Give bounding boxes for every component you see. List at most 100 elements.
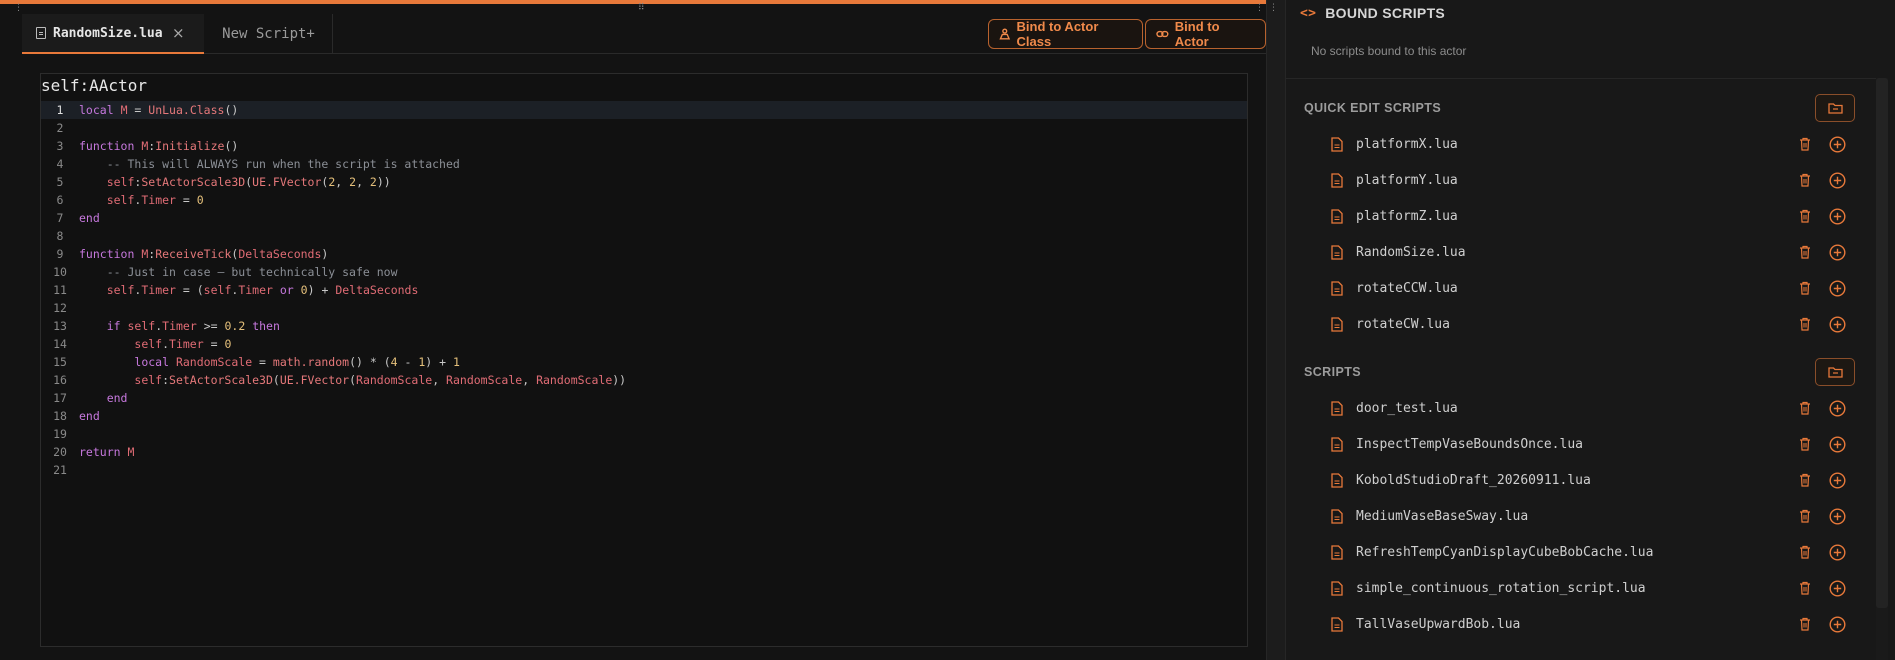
script-name[interactable]: InspectTempVaseBoundsOnce.lua <box>1356 437 1583 452</box>
code-line-16[interactable]: 16 self:SetActorScale3D(UE.FVector(Rando… <box>41 371 1247 389</box>
script-name[interactable]: RefreshTempCyanDisplayCubeBobCache.lua <box>1356 545 1653 560</box>
add-circle-icon[interactable] <box>1829 244 1846 261</box>
trash-icon[interactable] <box>1799 281 1811 295</box>
trash-icon[interactable] <box>1799 473 1811 487</box>
bound-scripts-title: <> BOUND SCRIPTS <box>1300 4 1445 22</box>
script-row[interactable]: InspectTempVaseBoundsOnce.lua <box>1286 430 1876 460</box>
add-circle-icon[interactable] <box>1829 316 1846 333</box>
trash-icon[interactable] <box>1799 137 1811 151</box>
trash-icon[interactable] <box>1799 617 1811 631</box>
code-line-14[interactable]: 14 self.Timer = 0 <box>41 335 1247 353</box>
script-row[interactable]: RandomSize.lua <box>1286 238 1876 268</box>
script-name[interactable]: MediumVaseBaseSway.lua <box>1356 509 1528 524</box>
script-name[interactable]: TallVaseUpwardBob.lua <box>1356 617 1520 632</box>
script-name[interactable]: platformZ.lua <box>1356 209 1458 224</box>
lua-file-icon <box>1331 473 1343 488</box>
pane-splitter[interactable]: ⋮ ⋮ <box>1255 0 1286 660</box>
trash-icon[interactable] <box>1799 173 1811 187</box>
code-line-3[interactable]: 3 function M:Initialize() <box>41 137 1247 155</box>
code-body[interactable]: 1 local M = UnLua.Class() 2 3 function M:I… <box>41 101 1247 479</box>
bind-to-actor-class-button[interactable]: Bind to Actor Class <box>988 19 1143 49</box>
line-number: 16 <box>53 373 67 387</box>
add-circle-icon[interactable] <box>1829 580 1846 597</box>
quick-edit-folder-button[interactable] <box>1815 94 1855 122</box>
code-line-8[interactable]: 8 <box>41 227 1247 245</box>
code-line-7[interactable]: 7 end <box>41 209 1247 227</box>
add-circle-icon[interactable] <box>1829 508 1846 525</box>
line-number: 20 <box>53 445 67 459</box>
top-drag-handle-icon[interactable]: ⠿ <box>638 4 645 13</box>
add-circle-icon[interactable] <box>1829 208 1846 225</box>
trash-icon[interactable] <box>1799 437 1811 451</box>
line-number: 17 <box>53 391 67 405</box>
line-number: 18 <box>53 409 67 423</box>
new-script-tab[interactable]: New Script+ <box>205 14 333 54</box>
code-line-5[interactable]: 5 self:SetActorScale3D(UE.FVector(2, 2, … <box>41 173 1247 191</box>
script-row[interactable]: RefreshTempCyanDisplayCubeBobCache.lua <box>1286 538 1876 568</box>
lua-file-icon <box>1331 245 1343 260</box>
code-line-10[interactable]: 10 -- Just in case — but technically saf… <box>41 263 1247 281</box>
script-row[interactable]: KoboldStudioDraft_20260911.lua <box>1286 466 1876 496</box>
add-circle-icon[interactable] <box>1829 472 1846 489</box>
add-circle-icon[interactable] <box>1829 436 1846 453</box>
line-number: 5 <box>56 175 64 189</box>
scrollbar-thumb[interactable] <box>1876 78 1888 608</box>
code-line-20[interactable]: 20 return M <box>41 443 1247 461</box>
script-row[interactable]: rotateCCW.lua <box>1286 274 1876 304</box>
trash-icon[interactable] <box>1799 509 1811 523</box>
add-circle-icon[interactable] <box>1829 544 1846 561</box>
script-name[interactable]: platformY.lua <box>1356 173 1458 188</box>
code-line-21[interactable]: 21 <box>41 461 1247 479</box>
bind-to-actor-button[interactable]: Bind to Actor <box>1145 19 1266 49</box>
code-line-2[interactable]: 2 <box>41 119 1247 137</box>
script-name[interactable]: door_test.lua <box>1356 401 1458 416</box>
script-row[interactable]: platformX.lua <box>1286 130 1876 160</box>
trash-icon[interactable] <box>1799 245 1811 259</box>
tab-label: RandomSize.lua <box>53 25 163 41</box>
code-editor[interactable]: self:AActor 1 local M = UnLua.Class() 2 3… <box>40 73 1248 647</box>
add-circle-icon[interactable] <box>1829 280 1846 297</box>
add-circle-icon[interactable] <box>1829 400 1846 417</box>
script-row[interactable]: platformY.lua <box>1286 166 1876 196</box>
code-line-17[interactable]: 17 end <box>41 389 1247 407</box>
script-row[interactable]: platformZ.lua <box>1286 202 1876 232</box>
code-line-13[interactable]: 13 if self.Timer >= 0.2 then <box>41 317 1247 335</box>
code-line-9[interactable]: 9 function M:ReceiveTick(DeltaSeconds) <box>41 245 1247 263</box>
add-circle-icon[interactable] <box>1829 616 1846 633</box>
accent-bar <box>0 0 1266 4</box>
trash-icon[interactable] <box>1799 581 1811 595</box>
trash-icon[interactable] <box>1799 545 1811 559</box>
script-name[interactable]: rotateCW.lua <box>1356 317 1450 332</box>
script-row[interactable]: MediumVaseBaseSway.lua <box>1286 502 1876 532</box>
code-line-19[interactable]: 19 <box>41 425 1247 443</box>
splitter-handle-icon[interactable]: ⋮ <box>1269 4 1278 13</box>
script-name[interactable]: rotateCCW.lua <box>1356 281 1458 296</box>
script-row[interactable]: TallVaseUpwardBob.lua <box>1286 610 1876 640</box>
code-line-12[interactable]: 12 <box>41 299 1247 317</box>
code-line-4[interactable]: 4 -- This will ALWAYS run when the scrip… <box>41 155 1247 173</box>
code-line-15[interactable]: 15 local RandomScale = math.random() * (… <box>41 353 1247 371</box>
script-name[interactable]: simple_continuous_rotation_script.lua <box>1356 581 1646 596</box>
script-name[interactable]: platformX.lua <box>1356 137 1458 152</box>
script-name[interactable]: RandomSize.lua <box>1356 245 1466 260</box>
lua-file-icon <box>1331 617 1343 632</box>
close-tab-icon[interactable]: × <box>172 24 185 42</box>
scripts-folder-button[interactable] <box>1815 358 1855 386</box>
splitter-handle-icon-left[interactable]: ⋮ <box>1255 4 1264 13</box>
code-line-18[interactable]: 18 end <box>41 407 1247 425</box>
script-name[interactable]: KoboldStudioDraft_20260911.lua <box>1356 473 1591 488</box>
trash-icon[interactable] <box>1799 317 1811 331</box>
trash-icon[interactable] <box>1799 401 1811 415</box>
editor-pane: ⋮ ⠿ RandomSize.lua × New Script+ Bind to… <box>0 0 1266 660</box>
left-drag-handle-icon[interactable]: ⋮ <box>14 4 23 13</box>
code-line-1[interactable]: 1 local M = UnLua.Class() <box>41 101 1247 119</box>
code-line-11[interactable]: 11 self.Timer = (self.Timer or 0) + Delt… <box>41 281 1247 299</box>
script-row[interactable]: rotateCW.lua <box>1286 310 1876 340</box>
script-row[interactable]: simple_continuous_rotation_script.lua <box>1286 574 1876 604</box>
add-circle-icon[interactable] <box>1829 136 1846 153</box>
script-row[interactable]: door_test.lua <box>1286 394 1876 424</box>
add-circle-icon[interactable] <box>1829 172 1846 189</box>
trash-icon[interactable] <box>1799 209 1811 223</box>
code-line-6[interactable]: 6 self.Timer = 0 <box>41 191 1247 209</box>
tab-randomsize[interactable]: RandomSize.lua × <box>22 14 204 54</box>
